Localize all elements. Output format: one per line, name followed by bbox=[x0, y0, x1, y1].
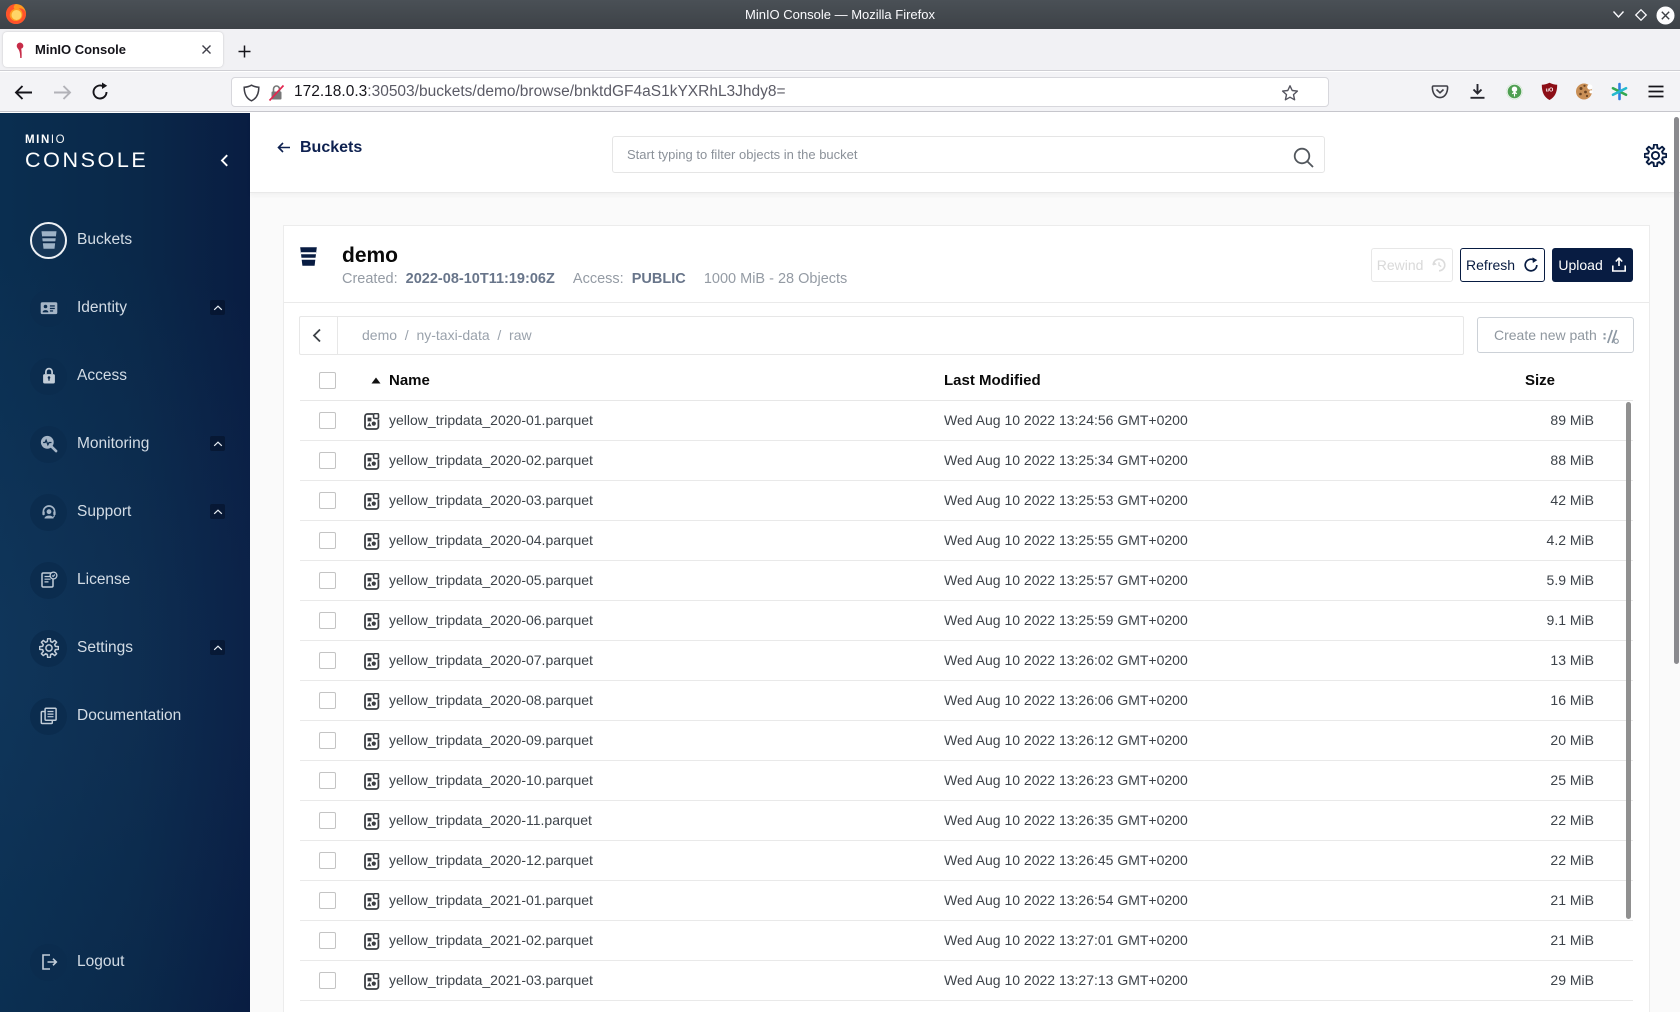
svg-text:uO: uO bbox=[1546, 88, 1554, 94]
